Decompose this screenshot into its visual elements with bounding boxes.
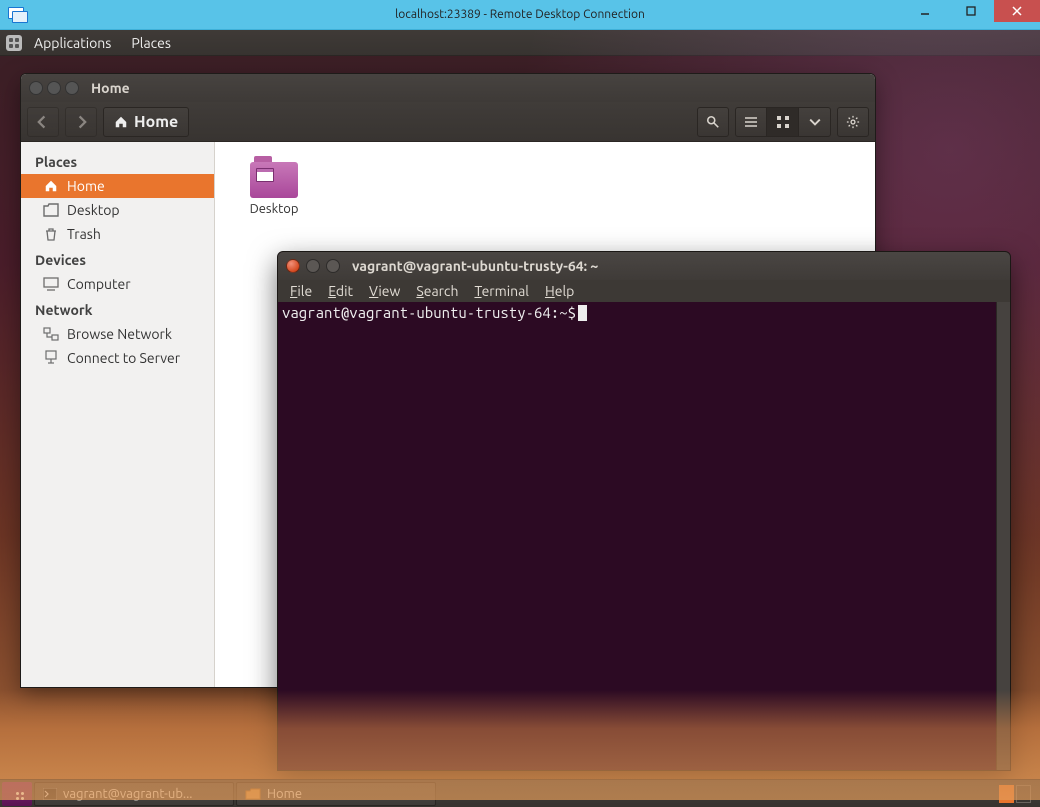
nautilus-maximize-icon[interactable] — [65, 81, 79, 95]
nautilus-sidebar: Places Home Desktop Trash Devices Comput… — [21, 142, 215, 687]
terminal-icon — [43, 788, 57, 800]
terminal-title: vagrant@vagrant-ubuntu-trusty-64: ~ — [352, 258, 598, 274]
sidebar-item-desktop[interactable]: Desktop — [21, 198, 214, 222]
path-home-label: Home — [134, 113, 178, 131]
server-icon — [43, 350, 59, 366]
rdc-title: localhost:23389 - Remote Desktop Connect… — [0, 8, 1040, 21]
show-apps-icon — [16, 792, 19, 795]
sidebar-item-label: Browse Network — [67, 326, 172, 342]
sidebar-head-places: Places — [21, 148, 214, 174]
terminal-body[interactable]: vagrant@vagrant-ubuntu-trusty-64:~$ — [278, 302, 996, 770]
task-item-terminal[interactable]: vagrant@vagrant-ub... — [34, 782, 234, 806]
terminal-prompt: vagrant@vagrant-ubuntu-trusty-64:~$ — [282, 304, 576, 321]
search-button[interactable] — [697, 107, 729, 137]
menu-help[interactable]: Help — [539, 283, 580, 299]
remote-desktop: Applications Places Home Home — [0, 30, 1040, 807]
bottom-taskbar: vagrant@vagrant-ub... Home — [0, 779, 1040, 807]
network-icon — [43, 326, 59, 342]
rdc-icon — [8, 5, 28, 25]
show-apps-button[interactable] — [2, 782, 32, 806]
terminal-cursor — [578, 305, 587, 321]
list-view-button[interactable] — [735, 107, 767, 137]
sidebar-item-browse-network[interactable]: Browse Network — [21, 322, 214, 346]
applications-menu[interactable]: Applications — [26, 35, 119, 51]
terminal-menubar: File Edit View Search Terminal Help — [278, 280, 1010, 302]
sidebar-item-trash[interactable]: Trash — [21, 222, 214, 246]
grid-icon — [776, 115, 790, 129]
task-item-home[interactable]: Home — [236, 782, 436, 806]
menu-file[interactable]: File — [284, 283, 318, 299]
rdc-title-bar: localhost:23389 - Remote Desktop Connect… — [0, 0, 1040, 30]
nautilus-minimize-icon[interactable] — [47, 81, 61, 95]
nautilus-title: Home — [91, 80, 130, 96]
search-icon — [706, 115, 720, 129]
sidebar-head-network: Network — [21, 296, 214, 322]
view-options-button[interactable] — [799, 107, 831, 137]
desktop-icon — [43, 202, 59, 218]
sidebar-head-devices: Devices — [21, 246, 214, 272]
nautilus-toolbar: Home — [21, 102, 875, 142]
nautilus-titlebar[interactable]: Home — [21, 74, 875, 102]
applications-icon[interactable] — [6, 35, 22, 51]
terminal-maximize-icon[interactable] — [326, 259, 340, 273]
terminal-close-icon[interactable] — [286, 259, 300, 273]
home-icon — [43, 178, 59, 194]
sidebar-item-computer[interactable]: Computer — [21, 272, 214, 296]
file-item-desktop[interactable]: Desktop — [229, 156, 319, 216]
settings-button[interactable] — [837, 107, 869, 137]
folder-icon — [245, 788, 261, 800]
menu-terminal[interactable]: Terminal — [468, 283, 535, 299]
view-mode-group — [735, 107, 831, 137]
sidebar-item-label: Connect to Server — [67, 350, 180, 366]
computer-icon — [43, 276, 59, 292]
gnome-top-panel: Applications Places — [0, 30, 1040, 56]
list-icon — [744, 116, 758, 128]
terminal-scrollbar[interactable] — [996, 302, 1010, 770]
terminal-titlebar[interactable]: vagrant@vagrant-ubuntu-trusty-64: ~ — [278, 252, 1010, 280]
chevron-down-icon — [809, 116, 821, 128]
sidebar-item-label: Trash — [67, 226, 101, 242]
terminal-minimize-icon[interactable] — [306, 259, 320, 273]
maximize-button[interactable] — [948, 0, 994, 22]
sidebar-item-label: Computer — [67, 276, 131, 292]
workspace-switcher[interactable] — [998, 785, 1032, 803]
nautilus-close-icon[interactable] — [29, 81, 43, 95]
minimize-button[interactable] — [902, 0, 948, 22]
terminal-window: vagrant@vagrant-ubuntu-trusty-64: ~ File… — [277, 251, 1011, 771]
trash-icon — [43, 226, 59, 242]
folder-icon — [250, 156, 298, 198]
icon-view-button[interactable] — [767, 107, 799, 137]
places-menu[interactable]: Places — [123, 35, 179, 51]
menu-view[interactable]: View — [363, 283, 406, 299]
back-button[interactable] — [27, 107, 59, 137]
gear-icon — [846, 115, 860, 129]
task-item-label: vagrant@vagrant-ub... — [63, 787, 193, 801]
sidebar-item-home[interactable]: Home — [21, 174, 214, 198]
menu-edit[interactable]: Edit — [322, 283, 359, 299]
menu-search[interactable]: Search — [410, 283, 464, 299]
forward-button[interactable] — [65, 107, 97, 137]
sidebar-item-label: Desktop — [67, 202, 120, 218]
sidebar-item-connect-server[interactable]: Connect to Server — [21, 346, 214, 370]
close-button[interactable] — [994, 0, 1040, 22]
task-item-label: Home — [267, 787, 302, 801]
file-label: Desktop — [229, 202, 319, 216]
path-home[interactable]: Home — [103, 107, 189, 137]
home-icon — [114, 115, 128, 129]
sidebar-item-label: Home — [67, 178, 105, 194]
